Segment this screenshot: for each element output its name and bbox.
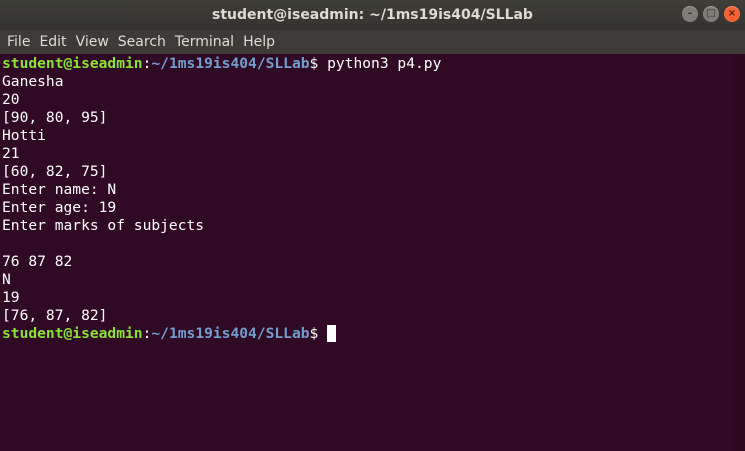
text-cursor — [327, 325, 337, 342]
menu-bar: File Edit View Search Terminal Help — [0, 30, 745, 54]
prompt-path: ~/1ms19is404/SLLab — [151, 325, 310, 342]
output-line: 21 — [2, 145, 20, 162]
window-controls: – □ × — [682, 6, 740, 22]
output-line: 76 87 82 — [2, 253, 73, 270]
terminal-window: student@iseadmin: ~/1ms19is404/SLLab – □… — [0, 0, 745, 451]
output-line: Enter marks of subjects — [2, 217, 205, 234]
output-line: N — [2, 271, 11, 288]
menu-file[interactable]: File — [3, 30, 34, 54]
prompt-path: ~/1ms19is404/SLLab — [151, 55, 310, 72]
menu-view[interactable]: View — [72, 30, 113, 54]
prompt-user-host: student@iseadmin — [2, 325, 143, 342]
output-line: [90, 80, 95] — [2, 109, 108, 126]
menu-edit[interactable]: Edit — [35, 30, 70, 54]
output-line: 20 — [2, 91, 20, 108]
window-title: student@iseadmin: ~/1ms19is404/SLLab — [212, 7, 533, 23]
output-line: 19 — [2, 289, 20, 306]
prompt-line: student@iseadmin:~/1ms19is404/SLLab$ — [2, 325, 733, 343]
output-line: Ganesha — [2, 73, 64, 90]
title-bar[interactable]: student@iseadmin: ~/1ms19is404/SLLab – □… — [0, 0, 745, 30]
scrollbar[interactable] — [733, 54, 745, 451]
maximize-button[interactable]: □ — [703, 6, 719, 22]
prompt-symbol: $ — [309, 325, 319, 342]
output-line: [60, 82, 75] — [2, 163, 108, 180]
prompt-user-host: student@iseadmin — [2, 55, 143, 72]
output-line: [76, 87, 82] — [2, 307, 108, 324]
output-line: Hotti — [2, 127, 46, 144]
minimize-button[interactable]: – — [682, 6, 698, 22]
terminal-output[interactable]: student@iseadmin:~/1ms19is404/SLLab$ pyt… — [0, 54, 733, 451]
menu-help[interactable]: Help — [239, 30, 279, 54]
menu-search[interactable]: Search — [114, 30, 170, 54]
command-line: student@iseadmin:~/1ms19is404/SLLab$ pyt… — [2, 55, 733, 73]
menu-terminal[interactable]: Terminal — [171, 30, 238, 54]
command-text: python3 p4.py — [318, 55, 442, 72]
output-line: Enter age: 19 — [2, 199, 117, 216]
close-button[interactable]: × — [724, 6, 740, 22]
output-line: Enter name: N — [2, 181, 117, 198]
